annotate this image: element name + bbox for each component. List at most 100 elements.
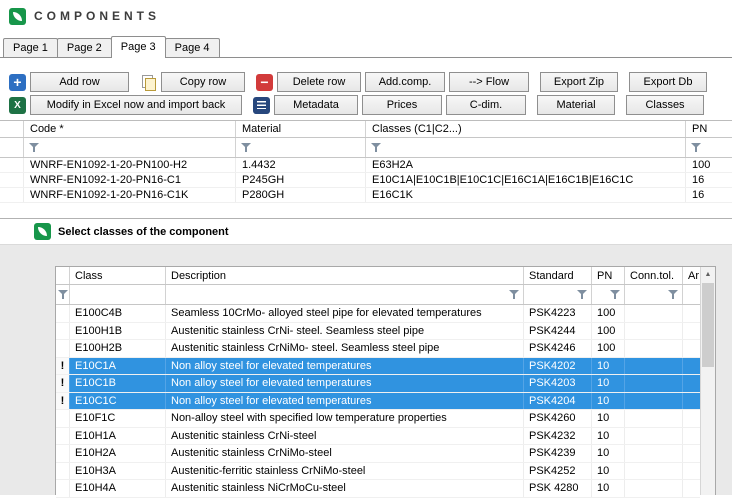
app-logo-icon <box>9 8 26 25</box>
filter-class-cell[interactable] <box>70 285 166 304</box>
toolbar-row-1: + Add row Copy row − Delete row Add.comp… <box>9 72 707 92</box>
class-row-selected[interactable]: ! E10C1B Non alloy steel for elevated te… <box>56 375 700 393</box>
scroll-up-button[interactable]: ▲ <box>701 267 715 282</box>
cell-classes: E16C1K <box>366 188 686 202</box>
filter-funnel-icon <box>577 290 587 299</box>
cell-class: E10H1A <box>70 428 166 445</box>
class-row[interactable]: E10H3A Austenitic-ferritic stainless CrN… <box>56 463 700 481</box>
row-indicator-header <box>0 121 24 137</box>
cell-ar <box>683 480 700 497</box>
prices-button[interactable]: Prices <box>362 95 442 115</box>
cell-ar <box>683 463 700 480</box>
cell-description: Non alloy steel for elevated temperature… <box>166 393 524 410</box>
class-row-selected[interactable]: ! E10C1A Non alloy steel for elevated te… <box>56 358 700 376</box>
class-row[interactable]: E100H2B Austenitic stainless CrNiMo- ste… <box>56 340 700 358</box>
delete-row-button[interactable]: Delete row <box>277 72 361 92</box>
class-row-selected[interactable]: ! E10C1C Non alloy steel for elevated te… <box>56 393 700 411</box>
row-indicator <box>0 188 24 202</box>
add-comp-button[interactable]: Add.comp. <box>365 72 445 92</box>
excel-icon-button[interactable]: X <box>9 97 26 114</box>
metadata-button[interactable]: Metadata <box>274 95 358 115</box>
class-row[interactable]: E10F1C Non-alloy steel with specified lo… <box>56 410 700 428</box>
classes-table-header: Class Description Standard PN Conn.tol. … <box>56 267 700 285</box>
metadata-icon-button[interactable] <box>253 97 270 114</box>
filter-funnel-icon <box>668 290 678 299</box>
filter-funnel-icon <box>58 290 68 299</box>
column-header-pn[interactable]: PN <box>686 121 732 137</box>
copy-row-button[interactable]: Copy row <box>161 72 245 92</box>
column-header-description[interactable]: Description <box>166 267 524 284</box>
cell-class: E10C1C <box>70 393 166 410</box>
cell-class: E100H2B <box>70 340 166 357</box>
classes-button[interactable]: Classes <box>626 95 704 115</box>
export-zip-button[interactable]: Export Zip <box>540 72 618 92</box>
cell-description: Austenitic stainless CrNi-steel <box>166 428 524 445</box>
cell-description: Non alloy steel for elevated temperature… <box>166 358 524 375</box>
filter-ar-cell[interactable] <box>683 285 700 304</box>
class-row[interactable]: E100H1B Austenitic stainless CrNi- steel… <box>56 323 700 341</box>
filter-material-cell[interactable] <box>236 138 366 157</box>
component-row[interactable]: WNRF-EN1092-1-20-PN16-C1 P245GH E10C1A|E… <box>0 173 732 188</box>
class-row[interactable]: E10H2A Austenitic stainless CrNiMo-steel… <box>56 445 700 463</box>
column-header-ar[interactable]: Ar <box>683 267 700 284</box>
column-header-classes[interactable]: Classes (C1|C2...) <box>366 121 686 137</box>
cell-ar <box>683 323 700 340</box>
filter-pn-cell[interactable] <box>686 138 732 157</box>
cell-standard: PSK4260 <box>524 410 592 427</box>
cell-ar <box>683 428 700 445</box>
flow-button[interactable]: --> Flow <box>449 72 529 92</box>
cell-pn: 100 <box>592 340 625 357</box>
cell-description: Austenitic stainless CrNi- steel. Seamle… <box>166 323 524 340</box>
modify-excel-button[interactable]: Modify in Excel now and import back <box>30 95 242 115</box>
cell-class: E10F1C <box>70 410 166 427</box>
cell-standard: PSK4223 <box>524 305 592 322</box>
dialog-title: Select classes of the component <box>58 226 229 238</box>
copy-row-icon-button[interactable] <box>140 74 157 91</box>
filter-classes-cell[interactable] <box>366 138 686 157</box>
column-header-conn-tol[interactable]: Conn.tol. <box>625 267 683 284</box>
filter-funnel-icon <box>610 290 620 299</box>
cell-standard: PSK4239 <box>524 445 592 462</box>
filter-standard-cell[interactable] <box>524 285 592 304</box>
cell-description: Austenitic stainless CrNiMo- steel. Seam… <box>166 340 524 357</box>
cell-conn-tol <box>625 445 683 462</box>
filter-description-cell[interactable] <box>166 285 524 304</box>
component-row[interactable]: WNRF-EN1092-1-20-PN100-H2 1.4432 E63H2A … <box>0 158 732 173</box>
cell-standard: PSK4203 <box>524 375 592 392</box>
column-header-material[interactable]: Material <box>236 121 366 137</box>
filter-funnel-icon <box>691 143 701 152</box>
row-marker <box>56 340 70 357</box>
cell-standard: PSK4232 <box>524 428 592 445</box>
class-row[interactable]: E100C4B Seamless 10CrMo- alloyed steel p… <box>56 305 700 323</box>
c-dim-button[interactable]: C-dim. <box>446 95 526 115</box>
component-row[interactable]: WNRF-EN1092-1-20-PN16-C1K P280GH E16C1K … <box>0 188 732 203</box>
tab-page-2[interactable]: Page 2 <box>57 38 112 57</box>
class-row[interactable]: E10H1A Austenitic stainless CrNi-steel P… <box>56 428 700 446</box>
vertical-scrollbar[interactable]: ▲ <box>700 267 715 495</box>
filter-pn-cell[interactable] <box>592 285 625 304</box>
filter-code-cell[interactable] <box>24 138 236 157</box>
column-header-code[interactable]: Code * <box>24 121 236 137</box>
export-db-button[interactable]: Export Db <box>629 72 707 92</box>
scrollbar-thumb[interactable] <box>702 283 714 367</box>
tab-page-4[interactable]: Page 4 <box>165 38 220 57</box>
add-row-icon-button[interactable]: + <box>9 74 26 91</box>
tab-page-3[interactable]: Page 3 <box>111 36 166 58</box>
add-row-button[interactable]: Add row <box>30 72 129 92</box>
cell-code: WNRF-EN1092-1-20-PN16-C1K <box>24 188 236 202</box>
column-header-class[interactable]: Class <box>70 267 166 284</box>
row-marker <box>56 410 70 427</box>
filter-conn-tol-cell[interactable] <box>625 285 683 304</box>
filter-gutter-cell[interactable] <box>56 285 70 304</box>
cell-material: P280GH <box>236 188 366 202</box>
material-button[interactable]: Material <box>537 95 615 115</box>
row-marker: ! <box>56 358 70 375</box>
column-header-pn[interactable]: PN <box>592 267 625 284</box>
cell-standard: PSK4252 <box>524 463 592 480</box>
tab-page-1[interactable]: Page 1 <box>3 38 58 57</box>
delete-row-icon-button[interactable]: − <box>256 74 273 91</box>
cell-pn: 10 <box>592 463 625 480</box>
row-marker <box>56 463 70 480</box>
column-header-standard[interactable]: Standard <box>524 267 592 284</box>
cell-pn: 10 <box>592 393 625 410</box>
